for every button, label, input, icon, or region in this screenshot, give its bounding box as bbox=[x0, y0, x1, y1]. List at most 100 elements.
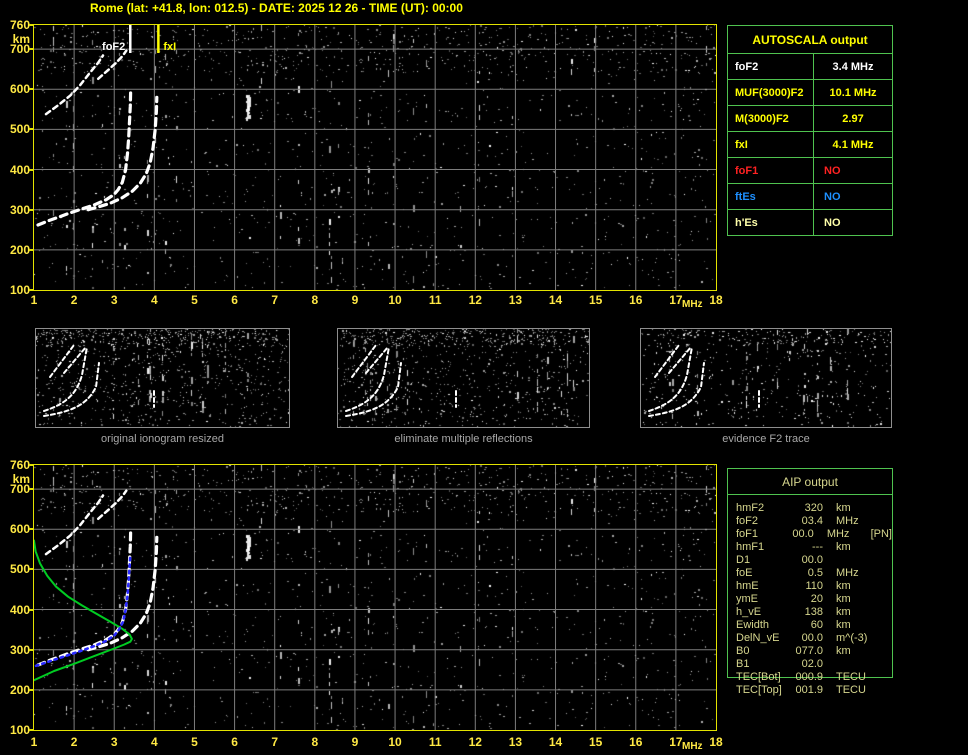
x-axis-tick-14: 14 bbox=[548, 293, 563, 307]
parameter-label: ftEs bbox=[728, 184, 814, 209]
page-title: Rome (lat: +41.8, lon: 012.5) - DATE: 20… bbox=[90, 1, 463, 15]
aip-label: foE bbox=[736, 567, 753, 579]
aip-unit: km bbox=[836, 541, 851, 553]
x-axis-tick-4: 4 bbox=[151, 293, 158, 307]
parameter-label: fxI bbox=[728, 132, 814, 157]
y-axis-tickmark bbox=[29, 464, 34, 466]
y-axis-tickmark bbox=[29, 24, 34, 26]
autoscala-table-title: AUTOSCALA output bbox=[728, 26, 892, 54]
x-axis-tick-1: 1 bbox=[30, 293, 38, 307]
aip-value: --- bbox=[812, 541, 823, 553]
x-axis-tick-5: 5 bbox=[191, 293, 198, 307]
x-axis-tick-12: 12 bbox=[468, 293, 482, 307]
aip-unit: m^(-3) bbox=[836, 632, 868, 644]
aip-row-fof1: foF1 00.0 MHz [PN] bbox=[736, 528, 892, 541]
aip-label: foF2 bbox=[736, 515, 759, 527]
x-axis-tick-10: 10 bbox=[388, 293, 402, 307]
ionogram-bottom-plot bbox=[33, 464, 717, 731]
mini-hop-streak-1 bbox=[49, 344, 75, 378]
autoscala-row-fof1: foF1 NO bbox=[728, 158, 892, 184]
aip-value: 000.9 bbox=[795, 671, 823, 683]
y-axis-tickmark bbox=[29, 648, 34, 651]
x-axis-tick-11: 11 bbox=[428, 293, 442, 307]
trace-f2-o-mode-trace bbox=[36, 527, 133, 667]
y-axis-tick-300: 300 bbox=[9, 642, 30, 657]
aip-output-table: AIP output hmF2 320 km foF2 03.4 MHz foF1 00.0 M… bbox=[727, 468, 893, 696]
x-axis-tick-7: 7 bbox=[271, 735, 279, 749]
aip-label: hmE bbox=[736, 580, 759, 592]
y-axis-tick-500: 500 bbox=[9, 562, 30, 577]
aip-label: Ewidth bbox=[736, 619, 770, 631]
y-axis-tick-760: 760 bbox=[9, 18, 30, 32]
parameter-value: NO bbox=[824, 164, 841, 177]
aip-row-tecbot: TEC[Bot] 000.9 TECU bbox=[736, 671, 892, 684]
ionogram-top-plot: foF2 fxI bbox=[33, 24, 717, 291]
aip-unit: TECU bbox=[836, 684, 866, 696]
parameter-value: 10.1 MHz bbox=[829, 86, 877, 99]
aip-value: 00.0 bbox=[792, 528, 814, 540]
x-axis-tick-2: 2 bbox=[70, 293, 78, 307]
y-axis-tick-700: 700 bbox=[9, 42, 30, 57]
aip-value: 320 bbox=[804, 502, 823, 514]
aip-row-fof2: foF2 03.4 MHz bbox=[736, 515, 892, 528]
parameter-label: foF1 bbox=[728, 158, 814, 183]
autoscala-row-fxi: fxI 4.1 MHz bbox=[728, 132, 892, 158]
x-axis-tick-9: 9 bbox=[351, 735, 359, 749]
aip-unit: MHz bbox=[836, 515, 859, 527]
parameter-value: NO bbox=[824, 217, 841, 229]
thumbnail-trace-layer bbox=[345, 344, 457, 417]
thumbnail-caption-evidence: evidence F2 trace bbox=[722, 433, 810, 445]
autoscala-table-rows: foF2 3.4 MHz MUF(3000)F2 10.1 MHz M(3000)F2 2… bbox=[728, 54, 892, 236]
x-axis-tick-18: 18 bbox=[709, 735, 723, 749]
y-axis-tickmark bbox=[29, 289, 34, 291]
y-axis-tickmark bbox=[29, 608, 34, 611]
aip-value: 138 bbox=[804, 606, 823, 618]
aip-row-d1: D1 00.0 bbox=[736, 554, 892, 567]
trace-layer bbox=[34, 465, 716, 730]
aip-unit: km bbox=[836, 580, 851, 592]
marker-label-fxi: fxI bbox=[163, 41, 176, 53]
y-axis-tickmark bbox=[29, 488, 34, 491]
x-axis-tick-13: 13 bbox=[508, 293, 523, 307]
aip-label: ymE bbox=[736, 593, 758, 605]
aip-label: DelN_vE bbox=[736, 632, 780, 644]
aip-unit bbox=[836, 658, 876, 671]
y-axis-tickmark bbox=[29, 208, 34, 211]
aip-row-hmf2: hmF2 320 km bbox=[736, 502, 892, 515]
autoscala-row-ftes: ftEs NO bbox=[728, 184, 892, 210]
aip-label: D1 bbox=[736, 554, 751, 566]
parameter-value: 4.1 MHz bbox=[832, 138, 874, 151]
x-axis-tick-13: 13 bbox=[508, 735, 523, 749]
aip-label: foF1 bbox=[736, 528, 759, 540]
y-axis-tickmark bbox=[29, 48, 34, 51]
x-axis-tick-12: 12 bbox=[468, 735, 482, 749]
thumbnail-caption-original: original ionogram resized bbox=[101, 433, 224, 445]
trace-layer: foF2 fxI bbox=[34, 25, 716, 290]
x-axis-tick-16: 16 bbox=[629, 735, 643, 749]
x-axis-tick-6: 6 bbox=[231, 293, 238, 307]
x-axis-tick-15: 15 bbox=[588, 293, 603, 307]
aip-value: 110 bbox=[805, 580, 823, 592]
y-axis-tick-300: 300 bbox=[9, 202, 30, 217]
autoscala-row-muf3000f2: MUF(3000)F2 10.1 MHz bbox=[728, 80, 892, 106]
y-axis-tick-200: 200 bbox=[9, 242, 30, 257]
aip-table-title: AIP output bbox=[728, 469, 892, 495]
thumbnail-trace-layer bbox=[648, 344, 760, 417]
y-axis-tick-400: 400 bbox=[9, 602, 30, 617]
y-axis-tickmark bbox=[29, 248, 34, 251]
y-axis-tick-400: 400 bbox=[9, 162, 30, 177]
thumbnail-original-ionogram bbox=[35, 328, 290, 428]
aip-value: 00.0 bbox=[801, 632, 823, 644]
x-axis-tick-6: 6 bbox=[231, 735, 238, 749]
aip-unit: MHz bbox=[836, 567, 859, 579]
aip-value: 001.9 bbox=[795, 684, 823, 696]
aip-unit: MHz bbox=[826, 528, 850, 540]
x-axis-tick-7: 7 bbox=[271, 293, 279, 307]
aip-value: 20 bbox=[810, 593, 823, 605]
aip-row-hve: h_vE 138 km bbox=[736, 606, 892, 619]
y-axis-tick-500: 500 bbox=[9, 122, 30, 137]
y-axis-tickmark bbox=[29, 168, 34, 171]
y-axis-tick-600: 600 bbox=[9, 82, 30, 97]
aip-value: 60 bbox=[810, 619, 823, 631]
aip-label: B1 bbox=[736, 658, 750, 670]
